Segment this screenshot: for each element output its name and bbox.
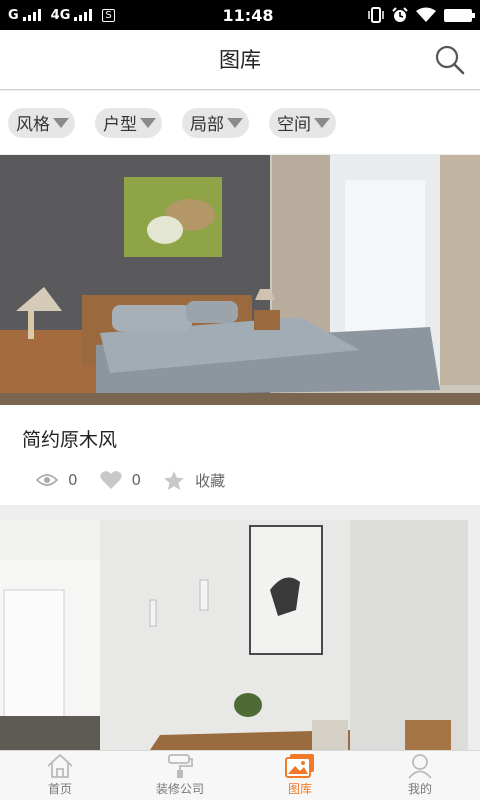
person-icon (408, 754, 432, 779)
clock-time: 11:48 (222, 5, 274, 25)
card-title[interactable]: 简约原木风 (22, 425, 117, 452)
bottom-tab-bar: 首页 装修公司 图库 我的 (0, 750, 480, 800)
view-count: 0 (36, 471, 78, 489)
status-bar: G 4G S 11:48 (0, 0, 480, 30)
view-count-value: 0 (68, 471, 78, 489)
bedroom-photo[interactable] (0, 155, 480, 405)
caret-down-icon (314, 117, 330, 128)
app-header: 图库 (0, 30, 480, 90)
filter-label: 风格 (16, 115, 50, 135)
filter-space-dropdown[interactable]: 空间 (269, 107, 336, 138)
wifi-icon (416, 7, 436, 22)
signal-bars-icon (74, 9, 93, 21)
gallery-card[interactable]: 简约原木风 0 0 收藏 (0, 155, 480, 505)
filter-style-dropdown[interactable]: 风格 (8, 107, 75, 138)
dining-room-photo[interactable] (0, 520, 480, 750)
system-icons (368, 7, 475, 23)
caret-down-icon (53, 117, 69, 128)
heart-icon (99, 471, 122, 489)
favorite-button[interactable]: 收藏 (163, 470, 225, 491)
vibrate-icon (368, 7, 384, 23)
home-icon (47, 753, 73, 778)
like-button[interactable]: 0 (99, 470, 142, 490)
like-count-value: 0 (131, 471, 142, 489)
network-type-label: G (8, 7, 19, 23)
tab-label: 我的 (407, 782, 432, 796)
tab-gallery[interactable]: 图库 (240, 751, 360, 800)
filter-part-dropdown[interactable]: 局部 (182, 107, 249, 138)
favorite-label: 收藏 (195, 471, 226, 490)
star-icon (164, 470, 185, 490)
caret-down-icon (140, 117, 156, 128)
filter-bar: 风格 户型 局部 空间 (0, 91, 480, 154)
sim-card-icon: S (102, 8, 115, 22)
search-icon (435, 45, 465, 75)
eye-icon (36, 474, 58, 486)
network-4g-label: 4G (50, 7, 71, 23)
tab-decoration-company[interactable]: 装修公司 (120, 751, 240, 800)
filter-label: 局部 (190, 115, 224, 135)
gallery-icon (285, 754, 314, 778)
page-title: 图库 (219, 48, 261, 72)
gallery-card[interactable] (0, 520, 480, 750)
caret-down-icon (227, 117, 243, 128)
alarm-icon (392, 7, 408, 22)
network-indicators: G 4G S (8, 8, 168, 23)
filter-label: 空间 (277, 115, 311, 135)
filter-label: 户型 (103, 115, 137, 135)
battery-icon (444, 8, 475, 22)
tab-label: 装修公司 (155, 782, 204, 796)
tab-home[interactable]: 首页 (0, 751, 120, 800)
paint-roller-icon (168, 754, 193, 778)
tab-label: 图库 (287, 782, 312, 796)
signal-bars-icon (22, 9, 41, 21)
card-stats: 0 0 收藏 (36, 465, 247, 495)
filter-layout-dropdown[interactable]: 户型 (95, 107, 162, 138)
tab-mine[interactable]: 我的 (360, 751, 480, 800)
tab-label: 首页 (47, 782, 72, 796)
search-button[interactable] (434, 44, 466, 76)
